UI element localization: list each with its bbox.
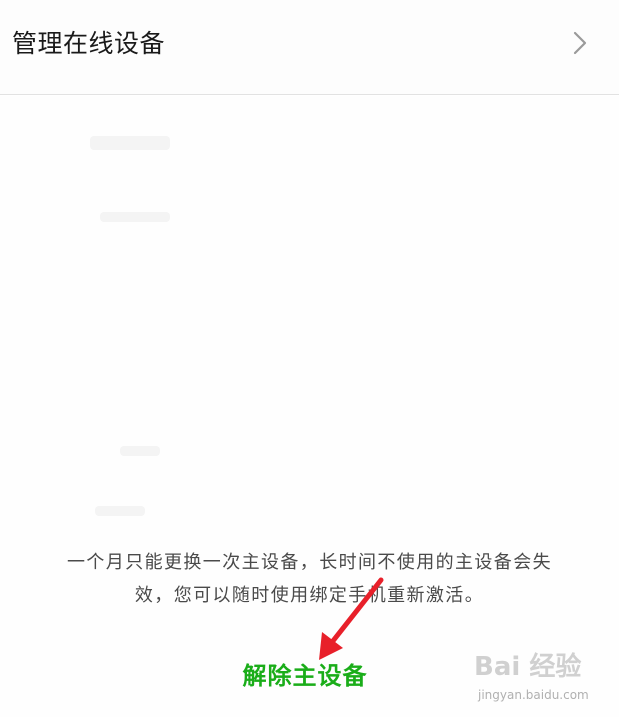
faded-background-block — [100, 212, 170, 222]
manage-online-devices-row[interactable]: 管理在线设备 — [0, 0, 619, 95]
faded-background-block — [95, 506, 145, 516]
red-arrow-icon — [319, 577, 384, 660]
watermark-url: jingyan.baidu.com — [478, 688, 589, 702]
faded-background-block — [90, 136, 170, 150]
baidu-jingyan-watermark: Bai 经验 jingyan.baidu.com — [474, 646, 614, 712]
manage-online-devices-label: 管理在线设备 — [12, 29, 166, 58]
chevron-right-icon — [573, 31, 587, 55]
watermark-logo: Bai 经验 — [474, 652, 582, 682]
faded-background-block — [120, 446, 160, 456]
